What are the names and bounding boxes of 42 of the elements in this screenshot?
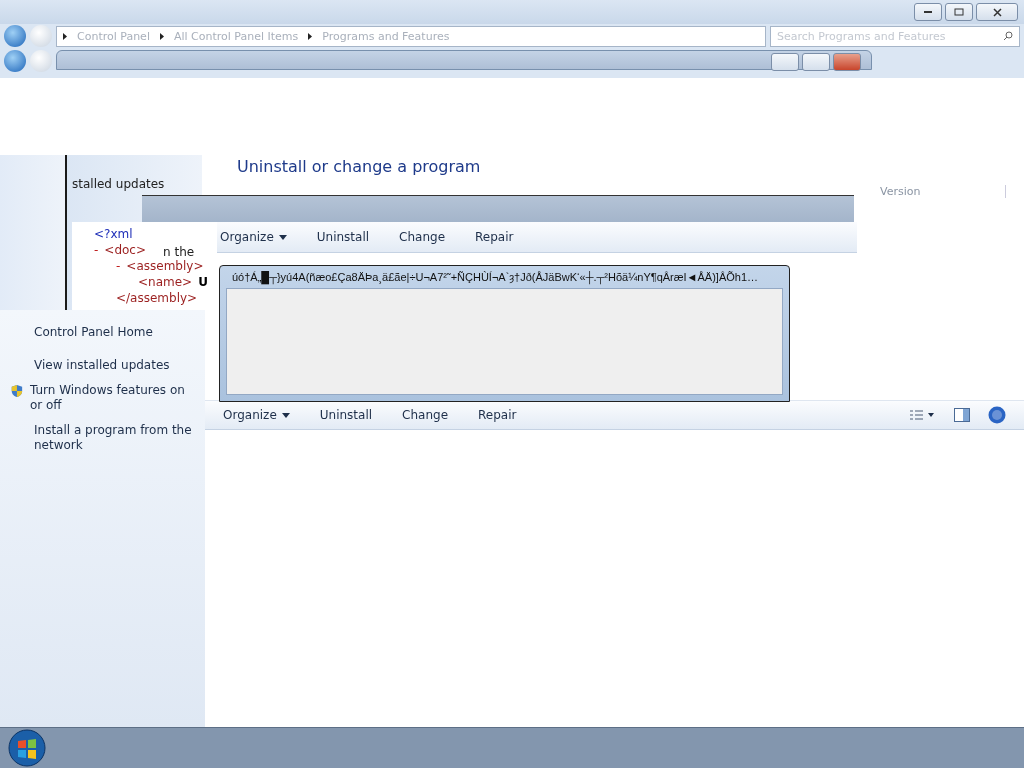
shield-icon	[10, 383, 24, 399]
close-button[interactable]	[976, 3, 1018, 21]
chevron-icon	[308, 32, 313, 40]
back-button[interactable]	[4, 25, 26, 47]
toolbar-button[interactable]: Change	[399, 230, 446, 244]
sidebar-link[interactable]: Install a program from the network	[34, 423, 195, 453]
toolbar-button[interactable]: Uninstall	[319, 408, 373, 422]
search-icon	[1003, 31, 1013, 41]
xml-tag: </assembly>	[116, 290, 198, 306]
xml-tag: <assembly>	[126, 258, 204, 274]
sidebar-link[interactable]: View installed updates	[34, 358, 170, 373]
xml-tag: <doc>	[104, 242, 146, 258]
chevron-icon	[63, 32, 67, 40]
view-icon[interactable]	[910, 410, 936, 420]
maximize-button[interactable]	[802, 53, 830, 71]
xml-tag: <?xml	[94, 226, 133, 242]
caret-icon	[281, 412, 290, 418]
sidebar-link[interactable]: stalled updates	[72, 177, 165, 191]
chevron-icon	[159, 32, 164, 40]
text-fragment: n the	[163, 245, 195, 259]
toolbar-button[interactable]: Repair	[478, 408, 517, 422]
caret-icon	[278, 234, 287, 240]
restore-icon	[954, 8, 964, 16]
organize-button[interactable]: Organize	[220, 230, 287, 244]
toolbar-button[interactable]: Uninstall	[316, 230, 370, 244]
toolbar-button[interactable]: Repair	[475, 230, 514, 244]
dialog-title: úó†Á„█┬}yú4A(ñæo£Ça8ÄÞa¸ä£ãe|÷U¬A7²˜+ÑÇHÙÍ¬A`ȝ†Jð(ÅJäBwK‘«┼.┬²Hõä¼nY¶qÂræI◄ÅÄ)]ÂÕh1…	[232, 270, 759, 285]
toolbar-button[interactable]: Change	[402, 408, 449, 422]
xml-value: U	[198, 274, 208, 290]
sidebar-link[interactable]: Turn Windows features on or off	[29, 383, 195, 413]
collapse-toggle[interactable]: -	[116, 258, 121, 274]
minimize-button[interactable]	[914, 3, 942, 21]
back-button[interactable]	[4, 50, 26, 72]
close-icon	[992, 7, 1002, 17]
collapse-toggle[interactable]: -	[94, 242, 99, 258]
sidebar-link[interactable]: Control Panel Home	[34, 325, 153, 340]
preview-pane-icon[interactable]	[954, 408, 970, 422]
page-heading: Uninstall or change a program	[237, 157, 481, 176]
minimize-icon	[924, 11, 932, 13]
organize-button[interactable]: Organize	[223, 408, 290, 422]
xml-tag: <name>	[138, 274, 193, 290]
start-button[interactable]	[8, 729, 46, 767]
